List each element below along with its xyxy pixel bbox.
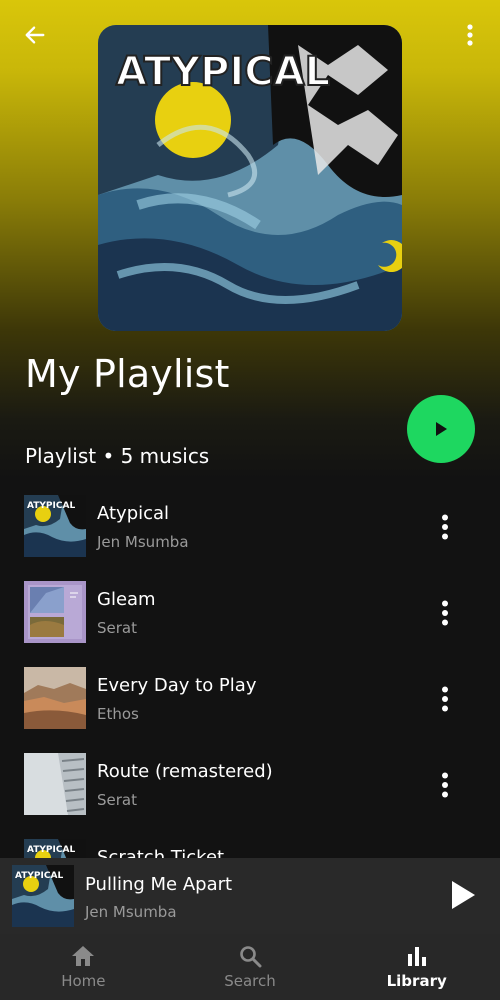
home-icon [72,946,95,966]
track-title: Every Day to Play [97,675,257,696]
track-options-button[interactable] [430,596,460,630]
mini-play-button[interactable] [446,878,480,912]
playlist-options-button[interactable] [456,18,484,52]
track-row[interactable]: ATYPICAL Atypical Jen Msumba [0,490,500,576]
mini-player[interactable]: ATYPICAL Pulling Me Apart Jen Msumba [0,858,500,934]
track-row[interactable]: Gleam Serat [0,576,500,662]
play-playlist-button[interactable] [407,395,475,463]
playlist-meta: Playlist • 5 musics [25,444,210,468]
track-artwork: ATYPICAL [24,495,86,557]
track-options-button[interactable] [430,510,460,544]
track-artwork [24,581,86,643]
nav-search[interactable]: Search [167,934,334,1000]
svg-text:ATYPICAL: ATYPICAL [15,871,63,881]
playlist-title: My Playlist [25,352,230,396]
play-icon [452,881,475,909]
track-artwork: ATYPICAL [24,839,86,858]
search-icon [240,946,262,968]
now-playing-title: Pulling Me Apart [85,874,233,895]
arrow-left-icon [25,26,45,44]
nav-library[interactable]: Library [333,934,500,1000]
nav-search-label: Search [224,972,276,990]
track-title: Scratch Ticket [97,847,225,858]
svg-text:ATYPICAL: ATYPICAL [27,501,75,511]
track-row[interactable]: Route (remastered) Serat [0,748,500,834]
cover-title-text: ATYPICAL [116,49,330,95]
track-list: ATYPICAL Atypical Jen Msumba Gleam Serat… [0,490,500,858]
track-row[interactable]: Every Day to Play Ethos [0,662,500,748]
track-artist: Serat [97,791,137,809]
bottom-nav: Home Search Library [0,934,500,1000]
nav-library-label: Library [386,972,447,990]
track-artwork [24,667,86,729]
nav-home-label: Home [61,972,106,990]
more-vertical-icon [442,772,448,798]
more-vertical-icon [467,24,473,46]
more-vertical-icon [442,514,448,540]
track-row[interactable]: ATYPICAL Scratch Ticket [0,834,500,858]
track-artwork [24,753,86,815]
playlist-cover-art: ATYPICAL [98,25,402,331]
back-button[interactable] [18,18,52,52]
bar-chart-icon [407,947,426,966]
track-options-button[interactable] [430,682,460,716]
more-vertical-icon [442,686,448,712]
nav-home[interactable]: Home [0,934,167,1000]
track-artist: Serat [97,619,137,637]
track-title: Gleam [97,589,156,610]
track-title: Atypical [97,503,170,524]
more-vertical-icon [442,600,448,626]
play-icon [436,422,447,436]
track-options-button[interactable] [430,768,460,802]
now-playing-artist: Jen Msumba [85,903,177,921]
track-artist: Ethos [97,705,139,723]
svg-text:ATYPICAL: ATYPICAL [27,845,75,855]
now-playing-artwork: ATYPICAL [12,865,74,927]
track-title: Route (remastered) [97,761,273,782]
track-artist: Jen Msumba [97,533,189,551]
